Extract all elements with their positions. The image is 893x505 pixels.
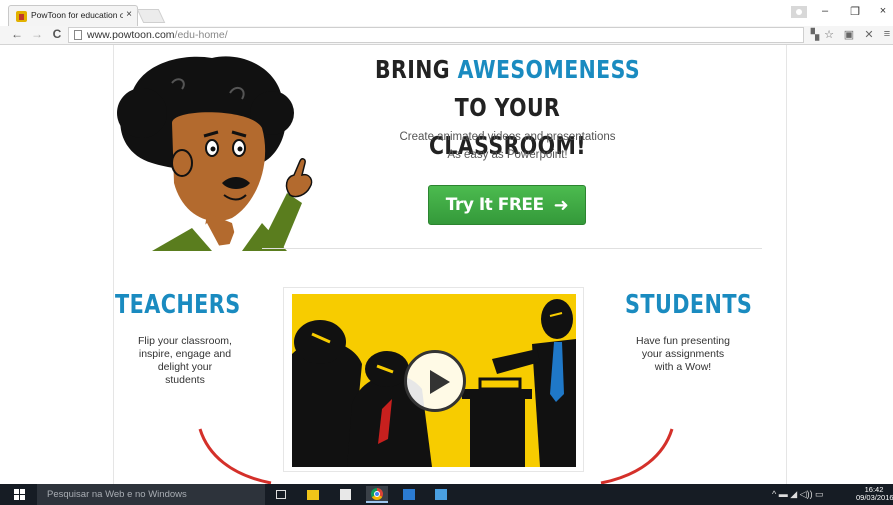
minimize-button[interactable]: –	[818, 5, 832, 17]
chrome-taskbar-icon[interactable]	[366, 486, 388, 503]
web-page: BRING AWESOMENESS TO YOUR CLASSROOM! Cre…	[0, 45, 893, 484]
screen: PowToon for education on × – ❐ × ← → C w…	[0, 0, 893, 505]
browser-tab-strip: PowToon for education on × – ❐ ×	[0, 0, 893, 26]
hero-subline-2: As easy as Powerpoint!	[447, 149, 568, 161]
browser-tab[interactable]: PowToon for education on ×	[8, 5, 138, 26]
try-it-free-button[interactable]: Try It FREE ➜	[428, 185, 586, 225]
profile-icon[interactable]	[791, 6, 807, 18]
translate-icon[interactable]: ▚	[808, 28, 822, 41]
task-view-icon[interactable]	[270, 486, 292, 503]
decorative-arc-right	[600, 428, 674, 484]
store-icon[interactable]	[334, 486, 356, 503]
close-window-button[interactable]: ×	[876, 5, 890, 17]
chrome-menu-icon[interactable]: ≡	[880, 28, 893, 40]
hero-subline-1: Create animated videos and presentations	[399, 131, 616, 143]
cta-label: Try It FREE	[445, 195, 544, 215]
windows-taskbar: Pesquisar na Web e no Windows ^ ▬ ◢ ◁)) …	[0, 484, 893, 505]
section-divider	[262, 248, 762, 249]
back-button[interactable]: ←	[10, 27, 24, 41]
teachers-heading: TEACHERS	[115, 290, 241, 320]
browser-toolbar: ← → C www.powtoon.com/edu-home/ ▚ ☆ ▣ ✕ …	[0, 26, 893, 45]
address-bar[interactable]: www.powtoon.com/edu-home/	[68, 27, 804, 43]
reload-button[interactable]: C	[50, 27, 64, 41]
page-icon	[74, 30, 82, 40]
app-icon-2[interactable]	[430, 486, 452, 503]
content-border-right	[786, 45, 787, 484]
decorative-arc-left	[198, 428, 272, 484]
hero-headline: BRING AWESOMENESS TO YOUR CLASSROOM!	[374, 55, 641, 160]
windows-start-icon[interactable]	[14, 489, 26, 500]
new-tab-button[interactable]	[136, 9, 166, 23]
teachers-description: Flip your classroom, inspire, engage and…	[138, 335, 232, 386]
restore-button[interactable]: ❐	[848, 5, 862, 18]
extension-icon[interactable]: ▣	[842, 28, 856, 41]
system-tray-icons[interactable]: ^ ▬ ◢ ◁)) ▭	[772, 489, 824, 500]
file-explorer-icon[interactable]	[302, 486, 324, 503]
tab-title: PowToon for education on	[31, 10, 123, 20]
bookmark-star-icon[interactable]: ☆	[822, 28, 836, 41]
tab-close-icon[interactable]: ×	[126, 9, 132, 20]
url-text: www.powtoon.com/edu-home/	[87, 29, 228, 41]
students-heading: STUDENTS	[625, 290, 753, 320]
teacher-character-illustration	[117, 56, 313, 251]
app-icon-1[interactable]	[398, 486, 420, 503]
extension-x-icon[interactable]: ✕	[862, 28, 876, 41]
students-description: Have fun presenting your assignments wit…	[636, 335, 730, 373]
search-placeholder: Pesquisar na Web e no Windows	[47, 489, 187, 500]
powtoon-favicon-icon	[16, 11, 27, 22]
taskbar-clock[interactable]: 16:42 09/03/2016	[856, 486, 893, 502]
forward-button[interactable]: →	[30, 27, 44, 41]
arrow-right-icon: ➜	[553, 194, 569, 216]
play-button[interactable]	[404, 350, 466, 412]
taskbar-search-input[interactable]: Pesquisar na Web e no Windows	[37, 484, 265, 505]
